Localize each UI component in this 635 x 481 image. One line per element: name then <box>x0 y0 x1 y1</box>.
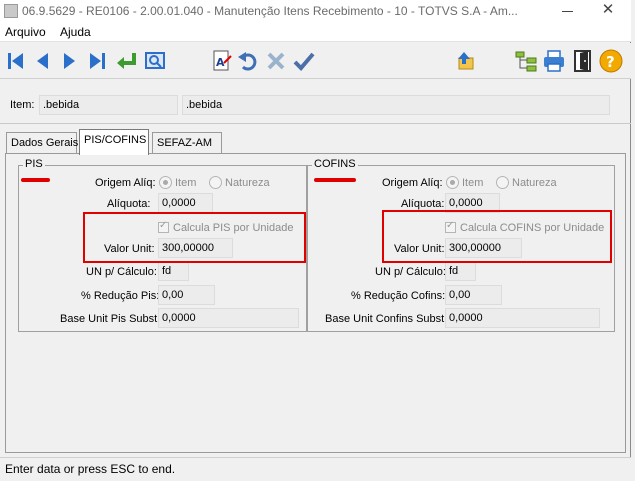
first-record-icon <box>8 53 23 69</box>
pis-highlight-box <box>83 212 306 263</box>
delete-button[interactable] <box>264 49 288 73</box>
menu-arquivo[interactable]: Arquivo <box>5 25 46 39</box>
tab-pis-cofins[interactable]: PIS/COFINS <box>79 129 149 155</box>
status-text: Enter data or press ESC to end. <box>5 462 176 476</box>
text-edit-icon: A <box>213 50 232 71</box>
cofins-group: COFINS Origem Alíq: Item Natureza Alíquo… <box>307 158 615 332</box>
item-description-field[interactable]: .bebida <box>182 95 610 115</box>
cofins-aliquota-label: Alíquota: <box>401 198 445 210</box>
help-icon: ? <box>599 49 623 73</box>
go-to-icon <box>117 53 136 69</box>
next-record-icon <box>64 53 75 69</box>
pis-aliquota-label: Alíquota: <box>107 198 151 210</box>
cofins-highlight-box <box>382 210 612 263</box>
text-edit-button[interactable]: A <box>210 49 234 73</box>
pis-origem-item-radio[interactable] <box>159 176 172 189</box>
toolbar: A ? <box>0 43 631 79</box>
exit-button[interactable] <box>571 49 595 73</box>
cofins-base-unit-field[interactable]: 0,0000 <box>445 308 600 328</box>
help-button[interactable]: ? <box>599 49 623 73</box>
go-to-button[interactable] <box>114 49 138 73</box>
cofins-reducao-label: % Redução Cofins: <box>351 290 446 302</box>
up-folder-button[interactable] <box>453 49 477 73</box>
item-code-field[interactable]: .bebida <box>39 95 178 115</box>
last-record-button[interactable] <box>85 49 109 73</box>
item-row: Item: .bebida .bebida <box>0 88 631 124</box>
previous-record-button[interactable] <box>30 49 54 73</box>
pis-title-underline <box>21 178 50 182</box>
hierarchy-button[interactable] <box>514 49 538 73</box>
pis-base-unit-field[interactable]: 0,0000 <box>158 308 299 328</box>
confirm-icon <box>293 52 315 71</box>
undo-icon <box>238 52 257 71</box>
pis-group: PIS Origem Alíq: Item Natureza Alíquota:… <box>18 158 307 332</box>
pis-reducao-label: % Redução Pis: <box>81 290 160 302</box>
tab-sefaz-am[interactable]: SEFAZ-AM <box>152 132 222 154</box>
status-bar: Enter data or press ESC to end. <box>0 457 631 481</box>
tab-dados-gerais[interactable]: Dados Gerais <box>6 132 78 154</box>
cofins-origem-label: Origem Alíq: <box>382 177 443 189</box>
cofins-origem-item-label: Item <box>462 177 484 189</box>
cofins-base-unit-label: Base Unit Confins Subst: <box>325 313 448 325</box>
next-record-button[interactable] <box>58 49 82 73</box>
exit-icon <box>574 50 591 72</box>
delete-icon <box>267 52 285 70</box>
up-folder-icon <box>458 52 474 70</box>
pis-group-title: PIS <box>23 158 45 170</box>
previous-record-icon <box>37 53 48 69</box>
first-record-button[interactable] <box>4 49 28 73</box>
cofins-origem-natureza-radio[interactable] <box>496 176 509 189</box>
cofins-un-calculo-field[interactable]: fd <box>445 261 476 281</box>
cofins-origem-item-radio[interactable] <box>446 176 459 189</box>
print-button[interactable] <box>542 49 566 73</box>
svg-text:?: ? <box>606 53 615 71</box>
pis-origem-natureza-radio[interactable] <box>209 176 222 189</box>
print-icon <box>544 50 564 72</box>
last-record-icon <box>90 53 105 69</box>
tab-bar: Dados Gerais PIS/COFINS SEFAZ-AM <box>0 128 631 155</box>
pis-aliquota-field[interactable]: 0,0000 <box>158 193 213 213</box>
confirm-button[interactable] <box>292 49 316 73</box>
undo-button[interactable] <box>236 49 260 73</box>
cofins-origem-natureza-label: Natureza <box>512 177 557 189</box>
search-icon <box>145 52 165 69</box>
cofins-group-title: COFINS <box>312 158 358 170</box>
title-bar: 06.9.5629 - RE0106 - 2.00.01.040 - Manut… <box>0 0 631 22</box>
pis-reducao-field[interactable]: 0,00 <box>158 285 215 305</box>
app-icon <box>4 4 18 18</box>
cofins-reducao-field[interactable]: 0,00 <box>445 285 502 305</box>
menu-bar: Arquivo Ajuda <box>0 22 631 42</box>
cofins-un-calculo-label: UN p/ Cálculo: <box>375 266 446 278</box>
pis-un-calculo-field[interactable]: fd <box>158 261 189 281</box>
menu-ajuda[interactable]: Ajuda <box>60 25 91 39</box>
pis-cofins-panel: PIS Origem Alíq: Item Natureza Alíquota:… <box>5 153 626 453</box>
pis-origem-label: Origem Alíq: <box>95 177 156 189</box>
window-title: 06.9.5629 - RE0106 - 2.00.01.040 - Manut… <box>22 4 518 18</box>
hierarchy-icon <box>515 51 537 72</box>
item-label: Item: <box>10 99 35 111</box>
pis-origem-natureza-label: Natureza <box>225 177 270 189</box>
main-window: 06.9.5629 - RE0106 - 2.00.01.040 - Manut… <box>0 0 631 481</box>
pis-un-calculo-label: UN p/ Cálculo: <box>86 266 157 278</box>
minimize-button[interactable] <box>558 3 578 19</box>
search-button[interactable] <box>143 49 167 73</box>
close-button[interactable]: ✕ <box>600 2 616 18</box>
cofins-title-underline <box>314 178 356 182</box>
pis-origem-item-label: Item <box>175 177 197 189</box>
pis-base-unit-label: Base Unit Pis Subst: <box>60 313 161 325</box>
